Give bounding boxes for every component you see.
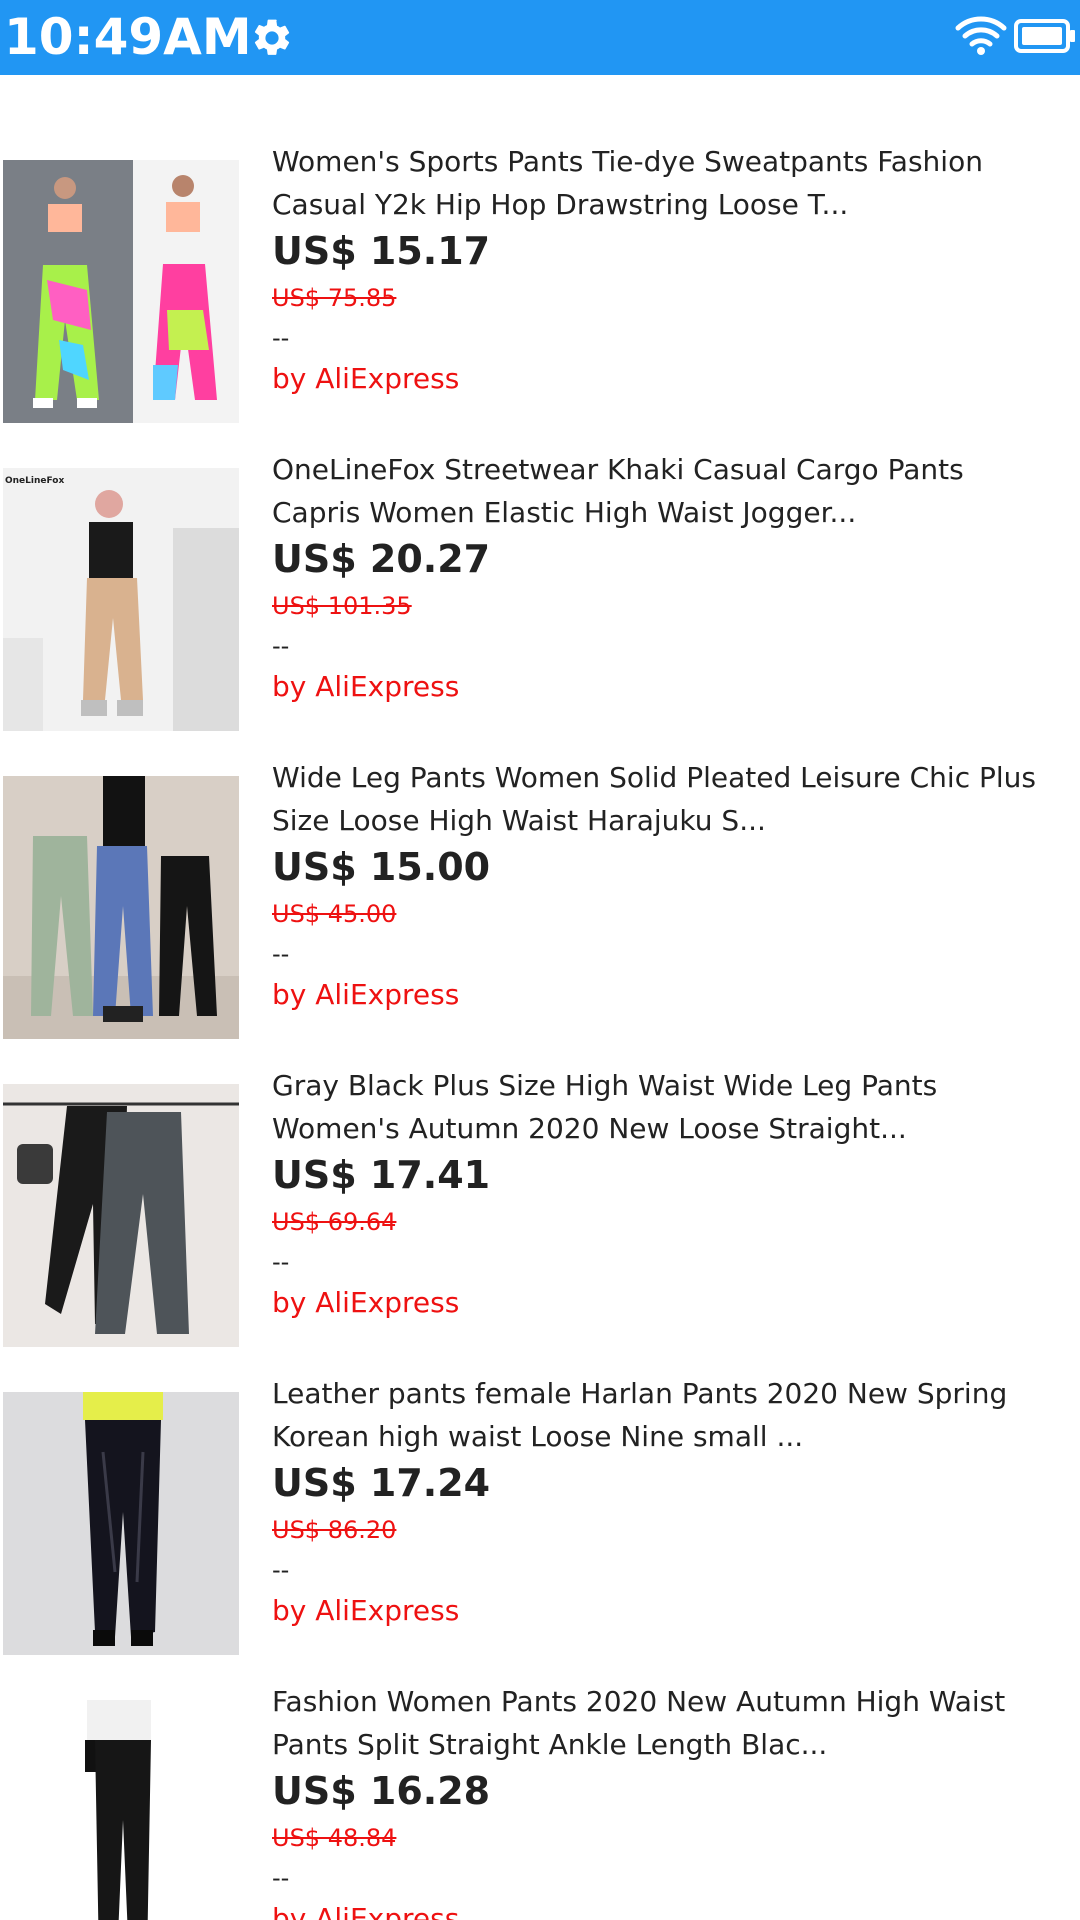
product-title[interactable]: OneLineFox Streetwear Khaki Casual Cargo… (272, 448, 1072, 534)
product-title-line: Wide Leg Pants Women Solid Pleated Leisu… (272, 761, 1036, 794)
product-title-line: OneLineFox Streetwear Khaki Casual Cargo… (272, 453, 964, 486)
product-title-line: Leather pants female Harlan Pants 2020 N… (272, 1377, 1008, 1410)
product-title-line: Women's Sports Pants Tie-dye Sweatpants … (272, 145, 983, 178)
product-rating: -- (272, 632, 290, 660)
product-price: US$ 15.17 (272, 229, 491, 273)
product-item[interactable]: Women's Sports Pants Tie-dye Sweatpants … (0, 75, 1080, 423)
product-image[interactable] (3, 1700, 239, 1920)
product-title[interactable]: Leather pants female Harlan Pants 2020 N… (272, 1372, 1072, 1458)
product-rating: -- (272, 940, 290, 968)
product-seller[interactable]: by AliExpress (272, 1899, 459, 1920)
status-time: 10:49AM (4, 8, 252, 66)
product-item[interactable]: Leather pants female Harlan Pants 2020 N… (0, 1307, 1080, 1655)
product-rating: -- (272, 1556, 290, 1584)
product-original-price: US$ 69.64 (272, 1208, 397, 1236)
image-brand-text: OneLineFox (5, 476, 64, 486)
product-title-line: Pants Split Straight Ankle Length Blac..… (272, 1728, 828, 1761)
product-image-art (3, 1700, 239, 1920)
product-title-line: Fashion Women Pants 2020 New Autumn High… (272, 1685, 1006, 1718)
product-title-line: Korean high waist Loose Nine small ... (272, 1420, 804, 1453)
product-list: Women's Sports Pants Tie-dye Sweatpants … (0, 75, 1080, 1920)
product-item[interactable]: Gray Black Plus Size High Waist Wide Leg… (0, 999, 1080, 1347)
product-rating: -- (272, 324, 290, 352)
gear-icon (254, 19, 290, 55)
product-title[interactable]: Fashion Women Pants 2020 New Autumn High… (272, 1680, 1072, 1766)
product-price: US$ 17.41 (272, 1153, 491, 1197)
product-title[interactable]: Gray Black Plus Size High Waist Wide Leg… (272, 1064, 1072, 1150)
battery-icon (1014, 19, 1075, 53)
product-title-line: Capris Women Elastic High Waist Jogger..… (272, 496, 857, 529)
product-title-line: Size Loose High Waist Harajuku S... (272, 804, 766, 837)
wifi-icon (955, 16, 1007, 55)
product-original-price: US$ 45.00 (272, 900, 397, 928)
product-title[interactable]: Wide Leg Pants Women Solid Pleated Leisu… (272, 756, 1072, 842)
product-item[interactable]: Wide Leg Pants Women Solid Pleated Leisu… (0, 691, 1080, 1039)
product-item[interactable]: OneLineFox OneLineFox Streetwear Khaki C… (0, 383, 1080, 731)
product-price: US$ 16.28 (272, 1769, 491, 1813)
product-price: US$ 15.00 (272, 845, 491, 889)
product-rating: -- (272, 1248, 290, 1276)
product-price: US$ 17.24 (272, 1461, 491, 1505)
product-original-price: US$ 48.84 (272, 1824, 397, 1852)
product-item[interactable]: Fashion Women Pants 2020 New Autumn High… (0, 1615, 1080, 1920)
product-title-line: Casual Y2k Hip Hop Drawstring Loose T... (272, 188, 849, 221)
product-original-price: US$ 75.85 (272, 284, 397, 312)
product-price: US$ 20.27 (272, 537, 491, 581)
product-original-price: US$ 101.35 (272, 592, 412, 620)
product-title-line: Gray Black Plus Size High Waist Wide Leg… (272, 1069, 938, 1102)
status-bar: 10:49AM (0, 0, 1080, 75)
product-rating: -- (272, 1864, 290, 1892)
product-title[interactable]: Women's Sports Pants Tie-dye Sweatpants … (272, 140, 1072, 226)
product-title-line: Women's Autumn 2020 New Loose Straight..… (272, 1112, 907, 1145)
product-original-price: US$ 86.20 (272, 1516, 397, 1544)
